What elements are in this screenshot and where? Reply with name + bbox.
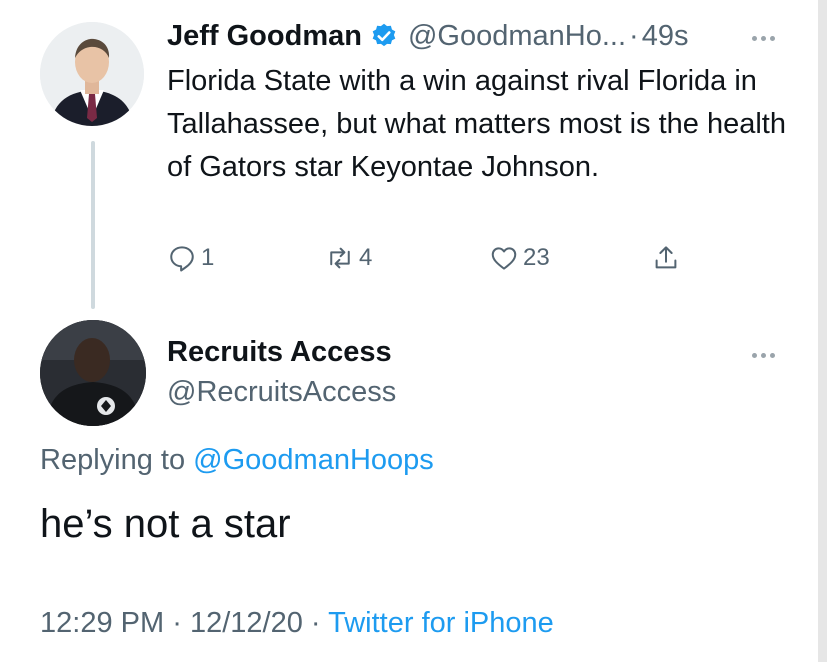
retweet-button[interactable]: 4 [325, 238, 372, 278]
more-icon[interactable] [752, 36, 775, 41]
share-icon [655, 246, 677, 269]
like-button[interactable]: 23 [489, 238, 550, 278]
avatar-recruits-access[interactable] [40, 320, 146, 426]
replying-to-mention-link[interactable]: @GoodmanHoops [193, 444, 434, 476]
reply-author-display-name[interactable]: Recruits Access [167, 336, 392, 369]
avatar-jeff-goodman[interactable] [40, 22, 144, 126]
tweet-metadata: 12:29 PM · 12/12/20 · Twitter for iPhone [40, 607, 554, 640]
reply-tweet-text: he’s not a star [40, 502, 291, 546]
window-edge [818, 0, 827, 662]
replying-to-label: Replying to [40, 444, 186, 476]
parent-tweet-text: Florida State with a win against rival F… [167, 65, 786, 183]
header-separator: · [629, 19, 639, 52]
parent-tweet-header: Jeff Goodman @GoodmanHo... · 49s [167, 16, 688, 56]
retweet-icon [330, 247, 350, 269]
replying-to-line: Replying to @GoodmanHoops [40, 444, 434, 477]
reply-author-handle[interactable]: @RecruitsAccess [167, 376, 396, 409]
tweet-time[interactable]: 12:29 PM [40, 607, 164, 639]
share-button[interactable] [651, 238, 681, 278]
tweet-action-bar: 1 4 23 [167, 238, 707, 278]
author-handle[interactable]: @GoodmanHo... [408, 20, 626, 53]
tweet-date[interactable]: 12/12/20 [190, 607, 303, 639]
tweet-timestamp[interactable]: 49s [642, 20, 689, 53]
tweet-source-link[interactable]: Twitter for iPhone [328, 607, 554, 639]
reply-button[interactable]: 1 [167, 238, 214, 278]
thread-connector-line [91, 141, 95, 309]
heart-icon [491, 247, 517, 270]
verified-badge-icon [372, 23, 396, 47]
meta-separator: · [172, 607, 182, 639]
meta-separator: · [310, 607, 321, 639]
reply-count: 1 [201, 244, 215, 271]
reply-icon [170, 246, 194, 272]
like-count: 23 [523, 244, 550, 271]
retweet-count: 4 [359, 244, 373, 271]
more-icon[interactable] [752, 353, 775, 358]
author-display-name[interactable]: Jeff Goodman [167, 20, 362, 53]
